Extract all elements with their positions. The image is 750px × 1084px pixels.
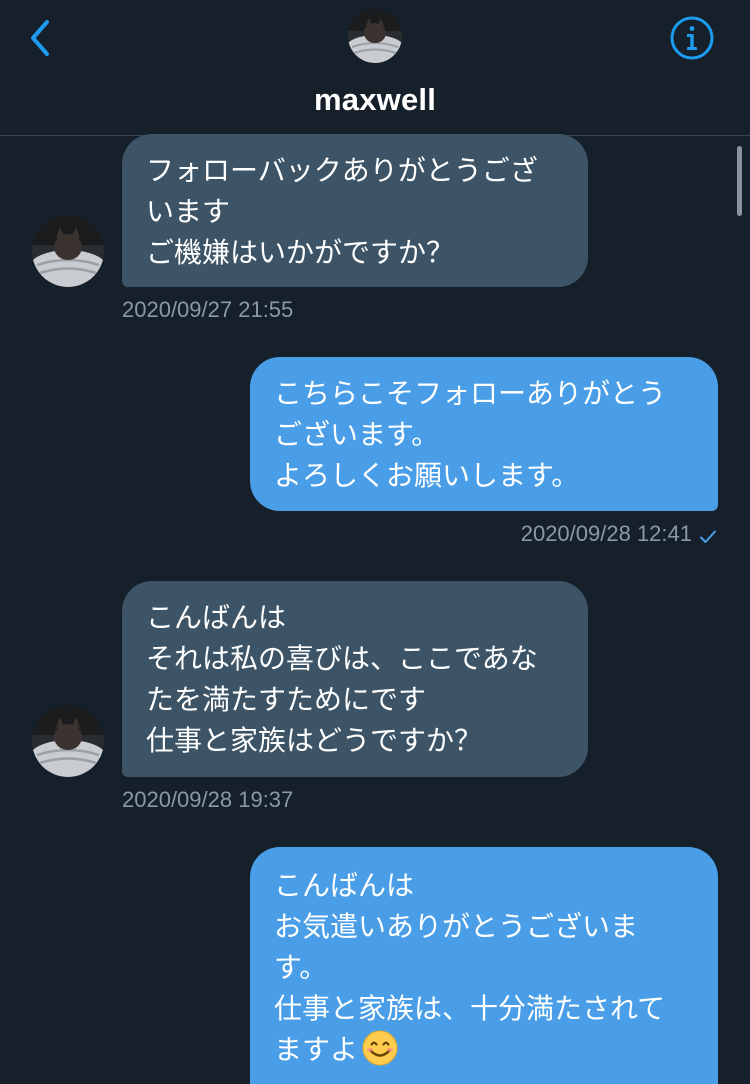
- message-line: たを満たすためにです: [146, 683, 427, 716]
- info-button[interactable]: [668, 14, 716, 62]
- message-line: います: [146, 195, 231, 228]
- message-line: ご機嫌はいかがですか？: [146, 236, 455, 269]
- scrollbar[interactable]: [737, 146, 742, 216]
- message-line: こちらこそフォローありがとう: [274, 377, 667, 410]
- smiling-face-emoji: [362, 1030, 398, 1066]
- message-line: こんばんは: [146, 601, 287, 634]
- message-timestamp: 2020/09/28 19:37: [122, 787, 294, 812]
- message-line: 仕事と家族は、十分満たされて: [274, 992, 666, 1025]
- message-timestamp: 2020/09/27 21:55: [122, 297, 294, 322]
- message-line: よろしくお願いします。: [274, 459, 580, 492]
- read-check-icon: [700, 530, 716, 543]
- message-bubble-incoming[interactable]: こんばんは それは私の喜びは、ここであな たを満たすためにです 仕事と家族はどう…: [122, 581, 588, 777]
- message-line: す。: [274, 951, 328, 984]
- message-line: ますよ: [274, 1033, 359, 1066]
- message-timestamp: 2020/09/28 12:41: [520, 521, 692, 546]
- conversation-title[interactable]: maxwell: [0, 80, 750, 120]
- avatar-image: [32, 215, 104, 287]
- chevron-left-icon: [31, 20, 49, 56]
- message-line: お気遣いありがとうございま: [274, 910, 639, 943]
- message-bubble-incoming[interactable]: フォローバックありがとうござ います ご機嫌はいかがですか？: [122, 134, 588, 287]
- message-line: それは私の喜びは、ここであな: [146, 642, 538, 675]
- header-avatar[interactable]: [348, 9, 402, 63]
- message-line: 仕事と家族はどうですか？: [146, 724, 483, 757]
- sender-avatar[interactable]: [32, 215, 104, 287]
- message-line: ございます。: [274, 418, 440, 451]
- avatar-image: [348, 9, 402, 63]
- message-line: フォローバックありがとうござ: [146, 154, 538, 187]
- message-timestamp-row: 2020/09/28 12:41: [521, 520, 716, 548]
- conversation-header: maxwell: [0, 0, 750, 136]
- back-button[interactable]: [22, 16, 58, 60]
- message-bubble-outgoing[interactable]: こんばんは お気遣いありがとうございま す。 仕事と家族は、十分満たされて ます…: [250, 847, 718, 1084]
- message-line: こんばんは: [274, 869, 415, 902]
- info-icon: [670, 16, 714, 60]
- message-line-with-emoji: ますよ: [274, 1029, 694, 1070]
- sender-avatar[interactable]: [32, 705, 104, 777]
- avatar-image: [32, 705, 104, 777]
- message-bubble-outgoing[interactable]: こちらこそフォローありがとう ございます。 よろしくお願いします。: [250, 357, 718, 511]
